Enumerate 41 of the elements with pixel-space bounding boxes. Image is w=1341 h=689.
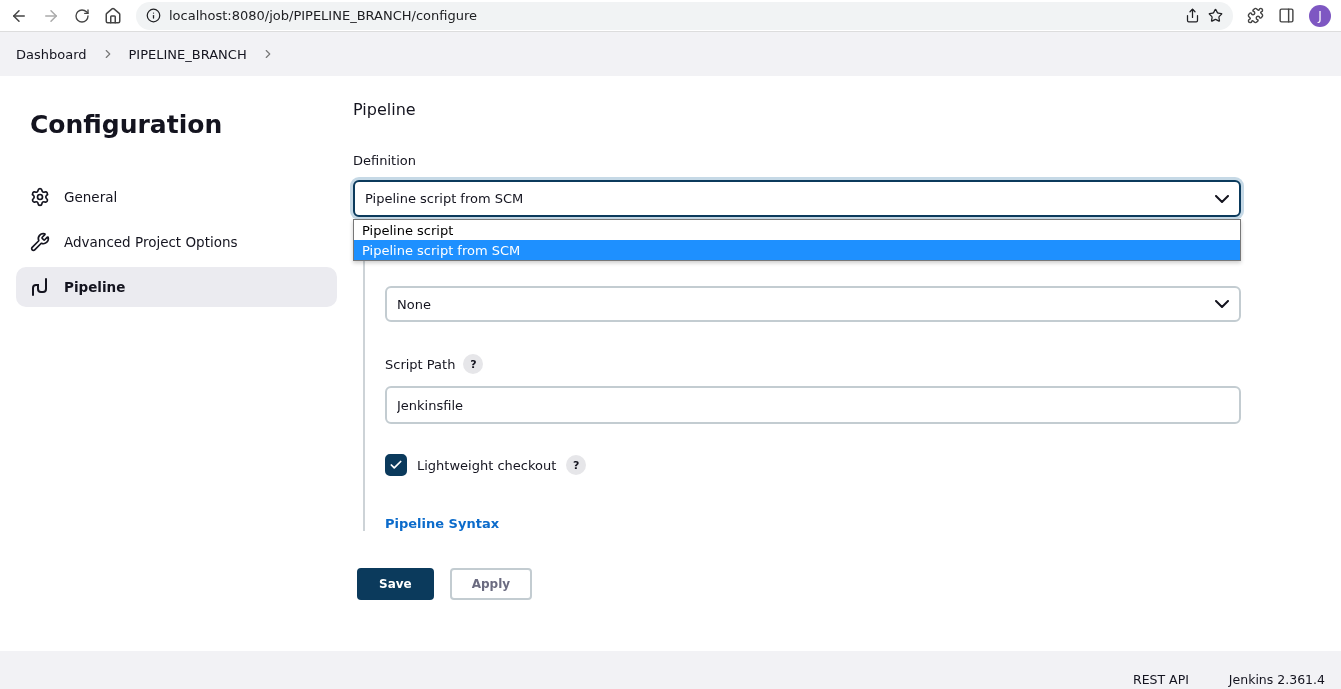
pipeline-icon bbox=[30, 277, 50, 297]
checkbox-label: Lightweight checkout bbox=[417, 457, 557, 473]
chevron-down-icon bbox=[1215, 300, 1229, 308]
checkbox[interactable] bbox=[385, 454, 407, 476]
settings-icon bbox=[30, 187, 50, 207]
sidebar-item-label: Pipeline bbox=[64, 279, 126, 295]
sidebar-item-label: Advanced Project Options bbox=[64, 234, 238, 250]
sidebar-item[interactable]: Advanced Project Options bbox=[16, 222, 337, 262]
apply-button[interactable]: Apply bbox=[449, 568, 533, 600]
wrench-icon bbox=[30, 232, 50, 252]
save-button[interactable]: Save bbox=[357, 568, 434, 600]
sidebar-item[interactable]: Pipeline bbox=[16, 267, 337, 307]
puzzle-icon[interactable] bbox=[1247, 7, 1264, 24]
help-icon[interactable]: ? bbox=[463, 354, 484, 375]
sidebar-item[interactable]: General bbox=[16, 177, 337, 217]
footer-link[interactable]: Jenkins 2.361.4 bbox=[1228, 672, 1325, 687]
section-title: Pipeline bbox=[353, 100, 417, 119]
chevron-down-icon bbox=[1215, 194, 1229, 203]
breadcrumb-link[interactable]: Dashboard bbox=[16, 46, 87, 62]
side-panel-icon[interactable] bbox=[1278, 7, 1295, 24]
page-title: Configuration bbox=[30, 110, 224, 139]
field-label: Script Path bbox=[385, 356, 456, 372]
reload-icon[interactable] bbox=[74, 7, 90, 24]
check-icon bbox=[389, 458, 403, 472]
share-icon[interactable] bbox=[1185, 8, 1200, 23]
field-label: Definition bbox=[353, 153, 416, 168]
help-icon[interactable]: ? bbox=[566, 455, 587, 475]
url-text: localhost:8080/job/PIPELINE_BRANCH/configure bbox=[169, 8, 478, 23]
info-icon[interactable] bbox=[146, 8, 161, 23]
pipeline-syntax-link[interactable]: Pipeline Syntax bbox=[385, 516, 500, 531]
address-bar[interactable]: localhost:8080/job/PIPELINE_BRANCH/configure bbox=[136, 1, 1233, 30]
star-icon[interactable] bbox=[1208, 8, 1223, 23]
profile-avatar[interactable]: J bbox=[1309, 4, 1331, 27]
script-path-field[interactable]: Jenkinsfile bbox=[385, 386, 1241, 424]
scm-select[interactable]: None bbox=[385, 285, 1241, 323]
footer-link[interactable]: REST API bbox=[1132, 672, 1189, 687]
dropdown-option[interactable]: Pipeline script bbox=[354, 220, 1240, 240]
sidebar-item-label: General bbox=[64, 189, 118, 205]
breadcrumb-link[interactable]: PIPELINE_BRANCH bbox=[128, 46, 247, 62]
home-icon[interactable] bbox=[104, 6, 122, 25]
definition-select[interactable]: Pipeline script from SCM bbox=[353, 180, 1241, 217]
